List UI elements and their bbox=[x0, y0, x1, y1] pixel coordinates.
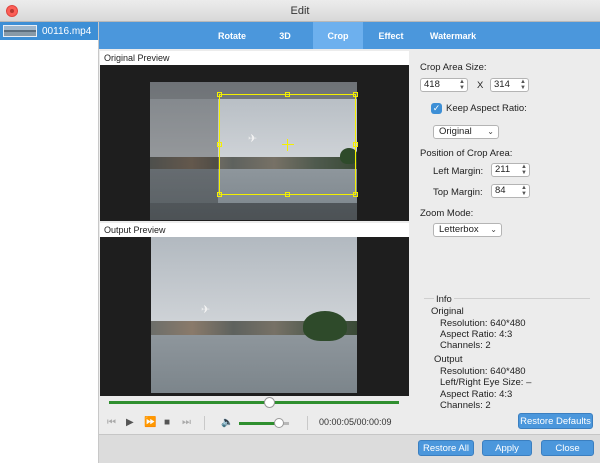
file-list: 00116.mp4 bbox=[0, 22, 99, 463]
output-video-frame: ✈ bbox=[151, 237, 357, 393]
video-thumbnail-icon bbox=[3, 25, 37, 37]
restore-all-button[interactable]: Restore All bbox=[418, 440, 474, 456]
tab-3d[interactable]: 3D bbox=[260, 22, 310, 49]
tab-effect[interactable]: Effect bbox=[366, 22, 416, 49]
left-margin-value: 211 bbox=[495, 164, 511, 175]
file-list-item[interactable]: 00116.mp4 bbox=[0, 22, 98, 40]
play-icon[interactable]: ▶ bbox=[126, 416, 134, 430]
restore-defaults-button[interactable]: Restore Defaults bbox=[518, 413, 593, 429]
crop-area-size-label: Crop Area Size: bbox=[420, 62, 487, 73]
window-title: Edit bbox=[290, 5, 310, 17]
info-original-heading: Original bbox=[431, 306, 464, 317]
chevron-down-icon: ⌄ bbox=[487, 127, 494, 136]
tab-bar: Rotate 3D Crop Effect Watermark bbox=[99, 22, 600, 49]
crop-handle-bottom-right[interactable] bbox=[353, 192, 358, 197]
original-preview: ✈ bbox=[100, 65, 409, 221]
crop-size-separator: X bbox=[477, 80, 484, 91]
crop-handle-left[interactable] bbox=[217, 142, 222, 147]
crop-handle-top-left[interactable] bbox=[217, 92, 222, 97]
zoom-mode-label: Zoom Mode: bbox=[420, 208, 474, 219]
skip-next-icon[interactable]: ⏭ bbox=[182, 416, 191, 430]
volume-icon[interactable]: 🔈 bbox=[221, 416, 233, 430]
left-margin-input[interactable]: 211 ▲ ▼ bbox=[491, 163, 530, 177]
crop-height-input[interactable]: 314 ▲ ▼ bbox=[490, 78, 529, 92]
playback-progress-bar[interactable] bbox=[109, 401, 399, 404]
skip-previous-icon[interactable]: ⏮ bbox=[107, 416, 116, 430]
top-margin-label: Top Margin: bbox=[433, 187, 483, 198]
zoom-mode-value: Letterbox bbox=[439, 224, 479, 235]
close-button[interactable]: Close bbox=[541, 440, 594, 456]
output-preview: ✈ bbox=[100, 237, 409, 396]
volume-knob[interactable] bbox=[274, 418, 284, 428]
stepper-arrows-icon[interactable]: ▲ ▼ bbox=[459, 79, 465, 91]
crop-width-input[interactable]: 418 ▲ ▼ bbox=[420, 78, 468, 92]
info-output-aspect: Aspect Ratio: 4:3 bbox=[440, 389, 513, 400]
time-display: 00:00:05/00:00:09 bbox=[319, 417, 392, 427]
aspect-ratio-select[interactable]: Original ⌄ bbox=[433, 125, 499, 139]
crop-handle-bottom-left[interactable] bbox=[217, 192, 222, 197]
info-original-resolution: Resolution: 640*480 bbox=[440, 318, 526, 329]
crop-handle-top-right[interactable] bbox=[353, 92, 358, 97]
stepper-arrows-icon[interactable]: ▲ ▼ bbox=[521, 185, 527, 197]
info-original-aspect: Aspect Ratio: 4:3 bbox=[440, 329, 513, 340]
top-margin-input[interactable]: 84 ▲ ▼ bbox=[491, 184, 530, 198]
zoom-mode-select[interactable]: Letterbox ⌄ bbox=[433, 223, 502, 237]
tab-crop[interactable]: Crop bbox=[313, 22, 363, 49]
crop-handle-right[interactable] bbox=[353, 142, 358, 147]
info-output-eye-size: Left/Right Eye Size: – bbox=[440, 377, 532, 388]
aspect-ratio-value: Original bbox=[439, 126, 472, 137]
output-preview-label: Output Preview bbox=[100, 223, 409, 237]
fast-forward-icon[interactable]: ⏩ bbox=[144, 416, 156, 430]
file-name: 00116.mp4 bbox=[42, 25, 92, 37]
playback-controls: ⏮ ▶ ⏩ ■ ⏭ 🔈 00:00:05/00:00:09 bbox=[100, 410, 409, 436]
crop-width-value: 418 bbox=[424, 79, 440, 90]
keep-aspect-ratio-checkbox[interactable]: ✓ bbox=[431, 103, 442, 114]
crop-height-value: 314 bbox=[494, 79, 510, 90]
info-output-resolution: Resolution: 640*480 bbox=[440, 366, 526, 377]
info-output-channels: Channels: 2 bbox=[440, 400, 491, 411]
stepper-arrows-icon[interactable]: ▲ ▼ bbox=[520, 79, 526, 91]
crop-center-crosshair-icon bbox=[282, 144, 294, 145]
tab-watermark[interactable]: Watermark bbox=[419, 22, 487, 49]
chevron-down-icon: ⌄ bbox=[490, 225, 497, 234]
stepper-arrows-icon[interactable]: ▲ ▼ bbox=[521, 164, 527, 176]
crop-handle-top[interactable] bbox=[285, 92, 290, 97]
crop-handle-bottom[interactable] bbox=[285, 192, 290, 197]
crop-position-label: Position of Crop Area: bbox=[420, 148, 513, 159]
keep-aspect-ratio-label: Keep Aspect Ratio: bbox=[446, 103, 527, 114]
close-window-icon[interactable] bbox=[6, 5, 18, 17]
info-legend: Info bbox=[434, 294, 454, 305]
top-margin-value: 84 bbox=[495, 185, 506, 196]
info-original-channels: Channels: 2 bbox=[440, 340, 491, 351]
stop-icon[interactable]: ■ bbox=[164, 416, 170, 430]
playback-progress-knob[interactable] bbox=[263, 397, 275, 408]
tab-rotate[interactable]: Rotate bbox=[207, 22, 257, 49]
original-preview-label: Original Preview bbox=[100, 51, 409, 65]
apply-button[interactable]: Apply bbox=[482, 440, 532, 456]
crop-area-box[interactable] bbox=[217, 92, 358, 197]
title-bar: Edit bbox=[0, 0, 600, 22]
airplane-icon: ✈ bbox=[201, 304, 211, 316]
left-margin-label: Left Margin: bbox=[433, 166, 484, 177]
info-output-heading: Output bbox=[434, 354, 463, 365]
volume-level bbox=[239, 422, 279, 425]
